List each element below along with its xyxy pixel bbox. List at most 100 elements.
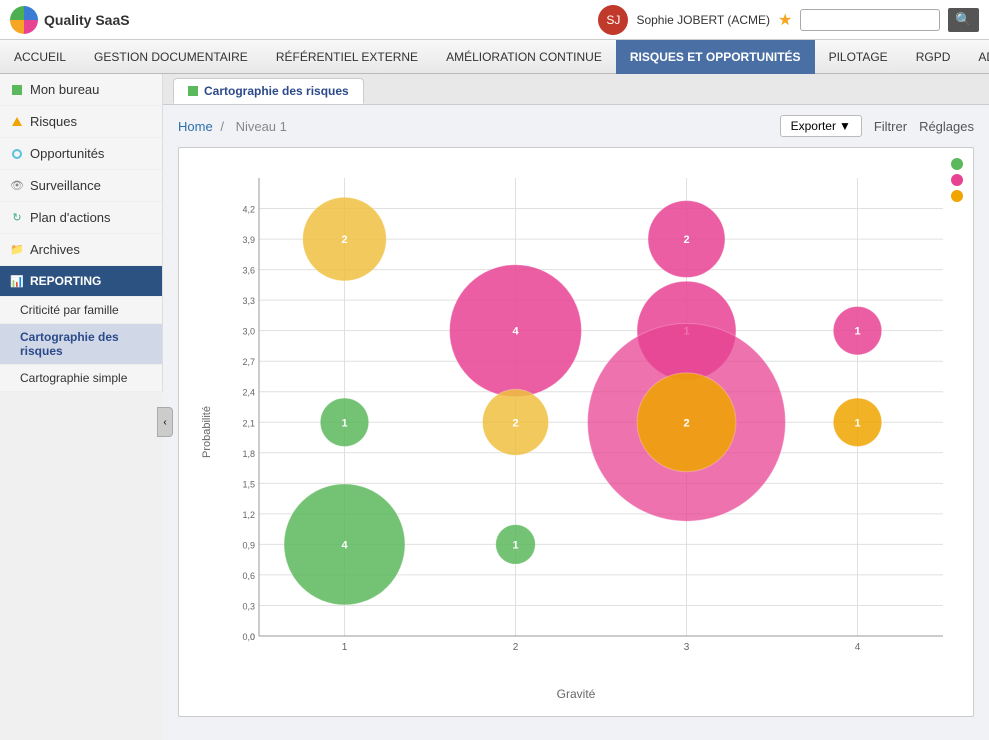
tab-green-icon xyxy=(188,86,198,96)
tab-cartographie-risques[interactable]: Cartographie des risques xyxy=(173,78,364,104)
svg-text:1,5: 1,5 xyxy=(242,479,255,489)
export-button[interactable]: Exporter ▼ xyxy=(780,115,862,137)
sidebar-sub-cartographie-simple-label: Cartographie simple xyxy=(20,371,127,385)
avatar: SJ xyxy=(598,5,628,35)
app-name: Quality SaaS xyxy=(44,12,130,28)
legend-dot-green xyxy=(951,158,963,170)
folder-icon: 📁 xyxy=(10,243,24,257)
svg-text:1: 1 xyxy=(854,326,860,338)
svg-text:3,0: 3,0 xyxy=(242,327,255,337)
y-axis-label: Probabilité xyxy=(201,406,213,458)
toolbar-right: Exporter ▼ Filtrer Réglages xyxy=(780,115,974,137)
sidebar-label-mon-bureau: Mon bureau xyxy=(30,82,99,97)
svg-text:1: 1 xyxy=(341,417,347,429)
svg-text:3,6: 3,6 xyxy=(242,266,255,276)
star-icon[interactable]: ★ xyxy=(778,10,792,30)
svg-text:0,9: 0,9 xyxy=(242,540,255,550)
sidebar-collapse-button[interactable]: ‹ xyxy=(157,407,173,437)
sidebar-label-archives: Archives xyxy=(30,242,80,257)
sidebar-sub-cartographie-risques[interactable]: Cartographie des risques xyxy=(0,324,162,365)
sidebar-item-opportunites[interactable]: Opportunités xyxy=(0,138,162,170)
search-input[interactable] xyxy=(800,9,940,31)
breadcrumb-bar: Home / Niveau 1 Exporter ▼ Filtrer Régla… xyxy=(178,115,974,137)
nav-administration[interactable]: ADMINISTRATION xyxy=(964,40,989,74)
chart-icon: 📊 xyxy=(10,274,24,288)
eye-icon: 👁 xyxy=(10,179,24,193)
top-bar-right: SJ Sophie JOBERT (ACME) ★ 🔍 xyxy=(598,5,979,35)
export-chevron-icon: ▼ xyxy=(839,119,851,133)
nav-amelioration[interactable]: AMÉLIORATION CONTINUE xyxy=(432,40,616,74)
svg-text:0,6: 0,6 xyxy=(242,571,255,581)
svg-text:2: 2 xyxy=(341,234,347,246)
chart-container: Probabilité Gravité 0,00,30,60,91,21,51,… xyxy=(178,147,974,717)
breadcrumb: Home / Niveau 1 xyxy=(178,119,291,134)
logo-icon xyxy=(10,6,38,34)
svg-text:2,1: 2,1 xyxy=(242,418,255,428)
breadcrumb-separator: / xyxy=(220,119,224,134)
svg-text:2: 2 xyxy=(513,642,519,653)
sidebar-item-archives[interactable]: 📁 Archives xyxy=(0,234,162,266)
content-area: Cartographie des risques Home / Niveau 1… xyxy=(163,74,989,740)
settings-button[interactable]: Réglages xyxy=(919,119,974,134)
nav-accueil[interactable]: ACCUEIL xyxy=(0,40,80,74)
sidebar-sub-criticite[interactable]: Criticité par famille xyxy=(0,297,162,324)
svg-text:4: 4 xyxy=(855,642,861,653)
square-green-icon xyxy=(10,83,24,97)
sidebar-item-plan-actions[interactable]: ↻ Plan d'actions xyxy=(0,202,162,234)
svg-text:1: 1 xyxy=(342,642,348,653)
bubble-chart-svg: 0,00,30,60,91,21,51,82,12,42,73,03,33,63… xyxy=(219,158,963,676)
triangle-orange-icon xyxy=(10,115,24,129)
nav-risques[interactable]: RISQUES ET OPPORTUNITÉS xyxy=(616,40,815,74)
refresh-icon: ↻ xyxy=(10,211,24,225)
breadcrumb-current: Niveau 1 xyxy=(236,119,287,134)
sidebar-label-opportunites: Opportunités xyxy=(30,146,104,161)
filter-button[interactable]: Filtrer xyxy=(874,119,907,134)
sidebar-item-mon-bureau[interactable]: Mon bureau xyxy=(0,74,162,106)
legend-dot-pink xyxy=(951,174,963,186)
svg-text:4,2: 4,2 xyxy=(242,205,255,215)
sidebar-wrapper: Mon bureau Risques Opportunités 👁 Survei… xyxy=(0,74,163,740)
sidebar-label-risques: Risques xyxy=(30,114,77,129)
export-label: Exporter xyxy=(791,119,836,133)
sidebar-sub-criticite-label: Criticité par famille xyxy=(20,303,119,317)
svg-text:3: 3 xyxy=(684,642,690,653)
svg-text:2: 2 xyxy=(512,417,518,429)
nav-gestion-doc[interactable]: GESTION DOCUMENTAIRE xyxy=(80,40,262,74)
svg-text:2,4: 2,4 xyxy=(242,388,255,398)
tab-header: Cartographie des risques xyxy=(163,74,989,105)
circle-blue-icon xyxy=(10,147,24,161)
svg-text:1: 1 xyxy=(512,539,518,551)
svg-text:3,9: 3,9 xyxy=(242,235,255,245)
svg-text:2,7: 2,7 xyxy=(242,357,255,367)
svg-text:3,3: 3,3 xyxy=(242,296,255,306)
x-axis-label: Gravité xyxy=(557,687,596,701)
search-button[interactable]: 🔍 xyxy=(948,8,979,32)
page-content: Home / Niveau 1 Exporter ▼ Filtrer Régla… xyxy=(163,105,989,740)
legend-dot-orange xyxy=(951,190,963,202)
main-layout: Mon bureau Risques Opportunités 👁 Survei… xyxy=(0,74,989,740)
nav-rgpd[interactable]: RGPD xyxy=(902,40,965,74)
sidebar-sub-cartographie-simple[interactable]: Cartographie simple xyxy=(0,365,162,392)
svg-text:0: 0 xyxy=(250,632,255,642)
sidebar-sub-cartographie-risques-label: Cartographie des risques xyxy=(20,330,119,358)
sidebar-item-risques[interactable]: Risques xyxy=(0,106,162,138)
svg-text:0,3: 0,3 xyxy=(242,601,255,611)
nav-bar: ACCUEIL GESTION DOCUMENTAIRE RÉFÉRENTIEL… xyxy=(0,40,989,74)
sidebar: Mon bureau Risques Opportunités 👁 Survei… xyxy=(0,74,163,392)
breadcrumb-home[interactable]: Home xyxy=(178,119,213,134)
svg-text:4: 4 xyxy=(512,326,519,338)
user-name: Sophie JOBERT (ACME) xyxy=(636,13,770,27)
sidebar-reporting-label: REPORTING xyxy=(30,274,101,288)
logo-area: Quality SaaS xyxy=(10,6,170,34)
svg-text:1,8: 1,8 xyxy=(242,449,255,459)
svg-text:4: 4 xyxy=(341,539,348,551)
nav-referentiel[interactable]: RÉFÉRENTIEL EXTERNE xyxy=(262,40,432,74)
sidebar-label-surveillance: Surveillance xyxy=(30,178,101,193)
sidebar-reporting-header[interactable]: 📊 REPORTING xyxy=(0,266,162,297)
svg-text:2: 2 xyxy=(683,234,689,246)
nav-pilotage[interactable]: PILOTAGE xyxy=(815,40,902,74)
top-bar: Quality SaaS SJ Sophie JOBERT (ACME) ★ 🔍 xyxy=(0,0,989,40)
svg-text:1,2: 1,2 xyxy=(242,510,255,520)
svg-text:2: 2 xyxy=(683,417,689,429)
sidebar-item-surveillance[interactable]: 👁 Surveillance xyxy=(0,170,162,202)
